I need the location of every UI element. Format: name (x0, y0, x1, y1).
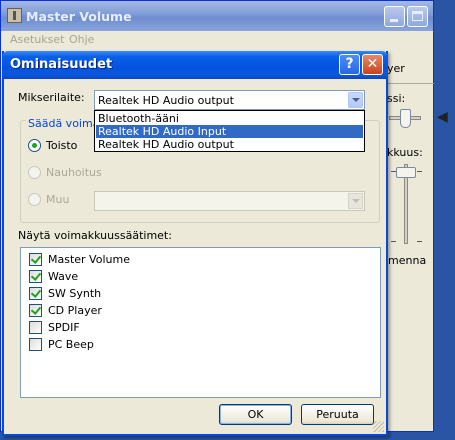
mixer-device-select[interactable]: Realtek HD Audio output (94, 90, 365, 110)
balance-slider-thumb[interactable] (400, 109, 411, 128)
volume-tick (417, 171, 422, 172)
mixer-device-value: Realtek HD Audio output (98, 94, 234, 107)
cancel-button[interactable]: Peruuta (301, 404, 374, 425)
mixer-device-label: Mikserilaite: (18, 91, 85, 104)
check-label: Wave (48, 270, 79, 283)
radio-recording (28, 166, 41, 179)
radio-other-label: Muu (46, 193, 70, 206)
check-label: Master Volume (48, 253, 130, 266)
maximize-button[interactable] (407, 6, 428, 27)
volume-slider-thumb[interactable] (396, 167, 416, 178)
checkbox-cd-player[interactable] (29, 304, 42, 317)
check-label: SPDIF (48, 321, 80, 334)
dialog-titlebar: Ominaisuudet ? ✕ (2, 51, 388, 79)
radio-playback-label[interactable]: Toisto (46, 139, 77, 152)
dropdown-option-highlighted[interactable]: Realtek HD Audio Input (96, 125, 363, 138)
balance-label-fragment: ssi: (387, 92, 406, 105)
mixer-device-dropdown: Bluetooth-ääni Realtek HD Audio Input Re… (94, 110, 365, 152)
speaker-icon: ◀ (437, 109, 448, 125)
properties-dialog: Ominaisuudet ? ✕ Mikserilaite: Realtek H… (2, 51, 388, 436)
menu-asetukset[interactable]: Asetukset (10, 33, 65, 46)
volume-controls-list: Master Volume Wave SW Synth CD Player SP… (20, 247, 381, 398)
close-icon: ✕ (366, 56, 379, 72)
volume-tick (391, 241, 396, 242)
checkbox-wave[interactable] (29, 270, 42, 283)
volume-tick (417, 241, 422, 242)
chevron-down-icon[interactable] (348, 92, 363, 108)
dialog-title: Ominaisuudet (10, 57, 113, 72)
resize-grip-icon[interactable] (373, 421, 384, 432)
volume-controls-label: Näytä voimakkuussäätimet: (18, 229, 172, 242)
check-label: PC Beep (48, 338, 94, 351)
radio-other (28, 193, 41, 206)
radio-playback[interactable] (28, 139, 41, 152)
dropdown-option[interactable]: Bluetooth-ääni (96, 112, 363, 125)
check-label: CD Player (48, 304, 102, 317)
minimize-icon (390, 19, 398, 22)
checkbox-pc-beep[interactable] (29, 338, 42, 351)
checkbox-sw-synth[interactable] (29, 287, 42, 300)
close-button[interactable]: ✕ (362, 54, 383, 75)
minimize-button[interactable] (384, 6, 405, 27)
checkbox-spdif[interactable] (29, 321, 42, 334)
mute-label-fragment: imenna (385, 254, 427, 267)
master-volume-menubar: Asetukset Ohje (1, 31, 433, 49)
radio-selected-dot (32, 143, 37, 148)
other-device-select (94, 191, 365, 211)
adjust-volume-group-title: Säädä voima (26, 117, 102, 130)
check-label: SW Synth (48, 287, 102, 300)
chevron-down-icon (348, 193, 363, 209)
column-separator (384, 83, 434, 84)
dropdown-option[interactable]: Realtek HD Audio output (96, 138, 363, 151)
master-volume-title: Master Volume (26, 9, 132, 24)
help-button[interactable]: ? (339, 54, 360, 75)
maximize-icon (412, 11, 423, 21)
master-volume-titlebar: Master Volume (1, 1, 433, 31)
menu-ohje[interactable]: Ohje (69, 33, 94, 46)
mixer-app-icon (7, 8, 22, 23)
help-icon: ? (345, 56, 354, 72)
volume-label-fragment: kkuus: (387, 146, 423, 159)
radio-recording-label: Nauhoitus (46, 166, 102, 179)
checkbox-master-volume[interactable] (29, 253, 42, 266)
channel-name-fragment: yer (387, 62, 405, 75)
ok-button[interactable]: OK (219, 404, 292, 425)
